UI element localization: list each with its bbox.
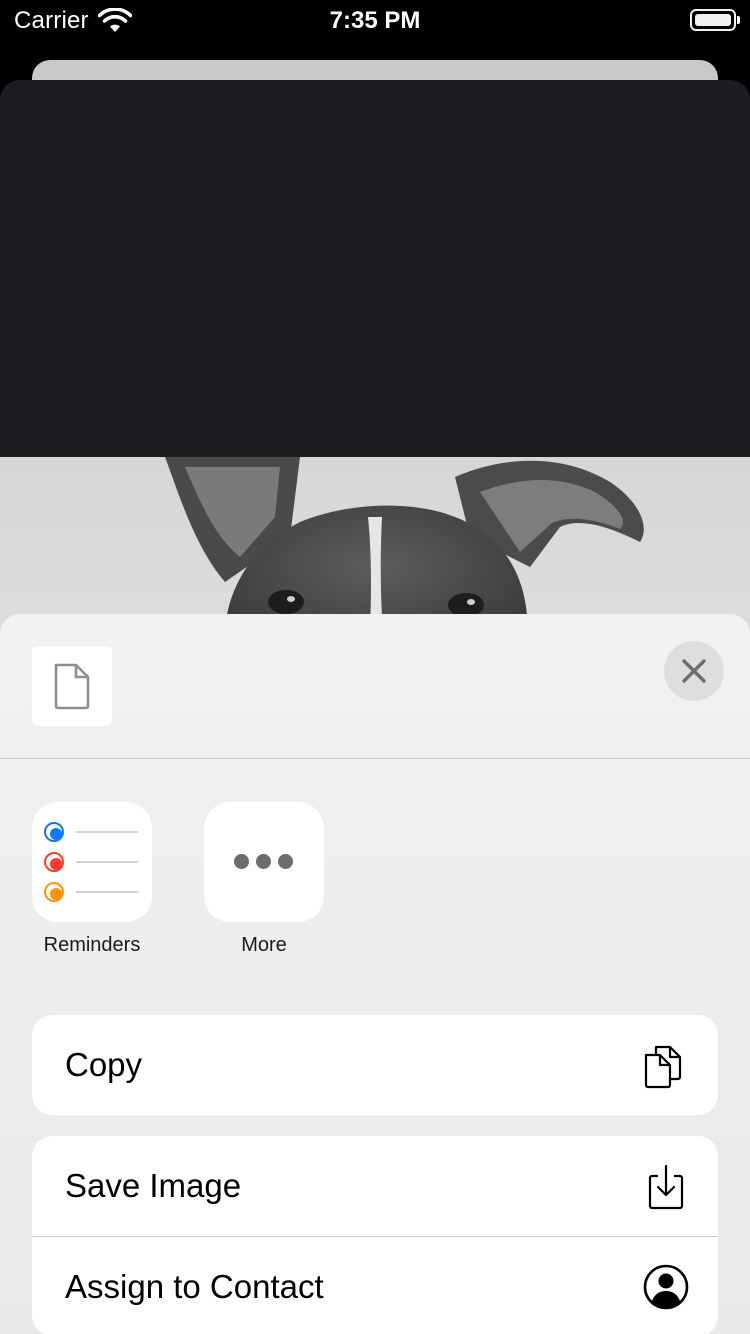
- action-group-copy: Copy: [32, 1015, 718, 1115]
- app-row: Reminders More: [0, 802, 750, 962]
- save-image-action[interactable]: Save Image: [32, 1136, 718, 1236]
- close-button[interactable]: [664, 641, 724, 701]
- assign-contact-action[interactable]: Assign to Contact: [32, 1236, 718, 1334]
- app-reminders[interactable]: Reminders: [32, 802, 152, 957]
- save-image-label: Save Image: [65, 1167, 242, 1204]
- copy-label: Copy: [65, 1046, 143, 1083]
- shared-item-thumbnail: [32, 646, 112, 726]
- battery-nub: [737, 16, 740, 24]
- action-group-image: Save Image Assign to Contact: [32, 1136, 718, 1334]
- assign-contact-label: Assign to Contact: [65, 1268, 324, 1305]
- ellipsis-icon: [204, 802, 324, 922]
- share-sheet: Reminders More Copy Save Image Assign to…: [0, 614, 750, 1334]
- close-icon: [682, 659, 706, 683]
- document-icon: [54, 663, 90, 710]
- reminders-icon: [32, 802, 152, 922]
- person-circle-icon: [643, 1264, 689, 1310]
- copy-icon: [644, 1045, 682, 1089]
- app-label-reminders: Reminders: [43, 934, 141, 956]
- status-bar: Carrier 7:35 PM: [0, 0, 750, 40]
- app-label-more: More: [241, 934, 287, 956]
- share-header: [0, 614, 750, 759]
- clock: 7:35 PM: [329, 7, 421, 34]
- battery-icon: [690, 9, 736, 31]
- download-icon: [648, 1164, 684, 1210]
- app-more[interactable]: More: [204, 802, 324, 957]
- copy-action[interactable]: Copy: [32, 1015, 718, 1115]
